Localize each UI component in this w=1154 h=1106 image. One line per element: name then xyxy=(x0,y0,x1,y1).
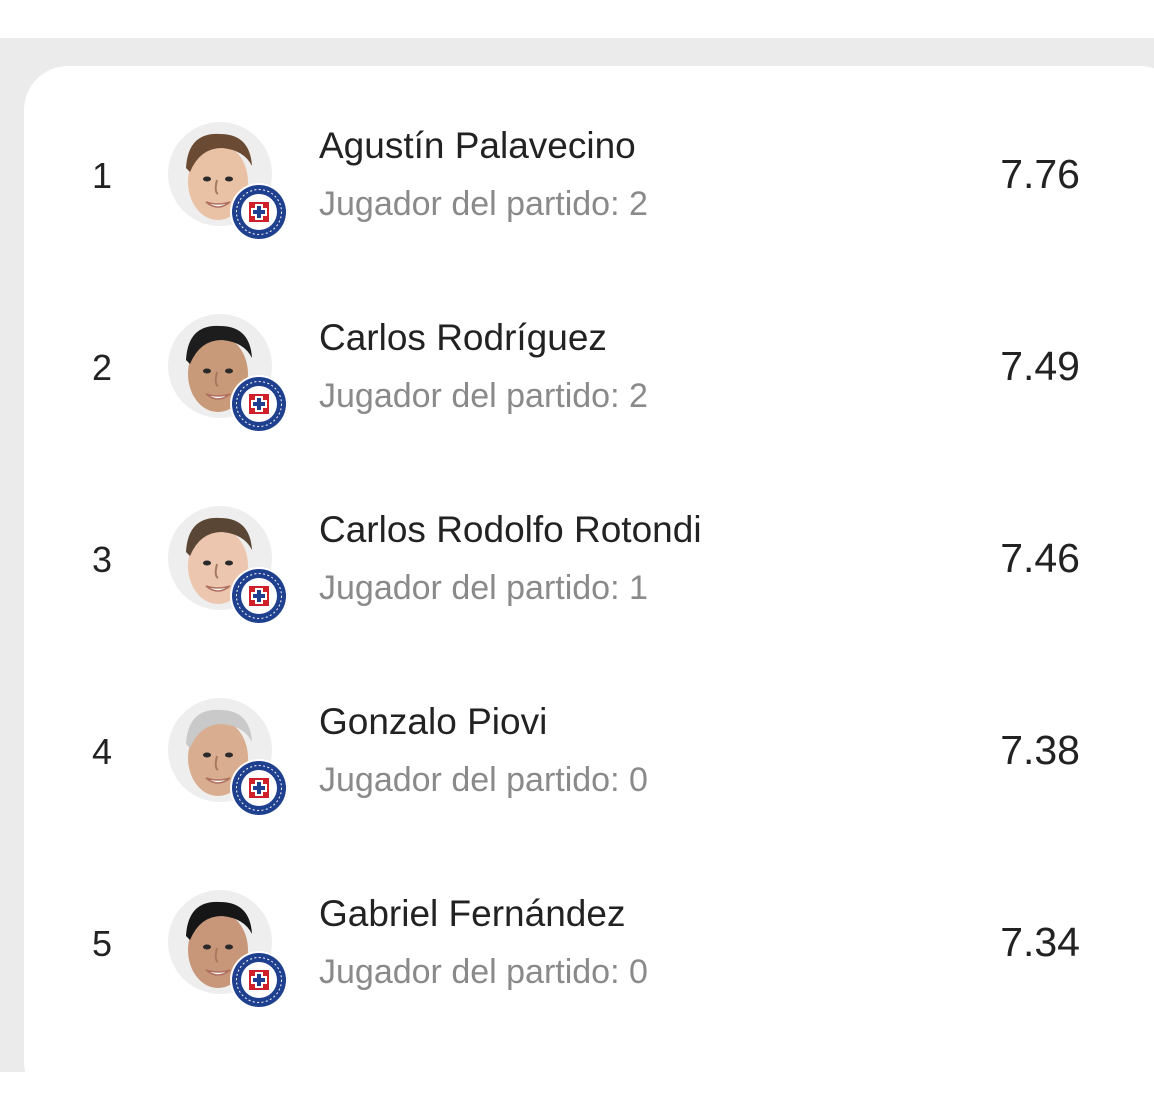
team-crest-icon xyxy=(229,758,289,818)
player-row-4[interactable]: 4 Gonzalo Piovi Jugador del partido: 0 7… xyxy=(0,654,1154,846)
player-rank: 3 xyxy=(92,539,113,580)
player-rating: 7.34 xyxy=(1000,919,1080,965)
player-name: Carlos Rodríguez xyxy=(319,317,607,358)
player-motm-count: Jugador del partido: 0 xyxy=(319,953,648,991)
player-rank: 4 xyxy=(92,731,113,772)
player-rating: 7.38 xyxy=(1000,727,1080,773)
player-name: Carlos Rodolfo Rotondi xyxy=(319,509,702,550)
player-rank: 1 xyxy=(92,155,113,196)
player-rank: 5 xyxy=(92,923,113,964)
team-crest-icon xyxy=(229,950,289,1010)
player-motm-count: Jugador del partido: 1 xyxy=(319,569,648,607)
team-crest-icon xyxy=(229,182,289,242)
player-row-2[interactable]: 2 Carlos Rodríguez Jugador del partido: … xyxy=(0,270,1154,462)
player-row-1[interactable]: 1 Agustín Palavecino Jugador del partido… xyxy=(0,78,1154,270)
player-rating: 7.49 xyxy=(1000,343,1080,389)
player-name: Gabriel Fernández xyxy=(319,893,626,934)
player-motm-count: Jugador del partido: 0 xyxy=(319,761,648,799)
player-row-3[interactable]: 3 Carlos Rodolfo Rotondi Jugador del par… xyxy=(0,462,1154,654)
player-rating: 7.46 xyxy=(1000,535,1080,581)
player-rank: 2 xyxy=(92,347,113,388)
player-motm-count: Jugador del partido: 2 xyxy=(319,377,648,415)
player-motm-count: Jugador del partido: 2 xyxy=(319,185,648,223)
team-crest-icon xyxy=(229,374,289,434)
player-name: Agustín Palavecino xyxy=(319,125,636,166)
team-crest-icon xyxy=(229,566,289,626)
player-rating: 7.76 xyxy=(1000,151,1080,197)
player-row-5[interactable]: 5 Gabriel Fernández Jugador del partido:… xyxy=(0,846,1154,1038)
player-name: Gonzalo Piovi xyxy=(319,701,548,742)
